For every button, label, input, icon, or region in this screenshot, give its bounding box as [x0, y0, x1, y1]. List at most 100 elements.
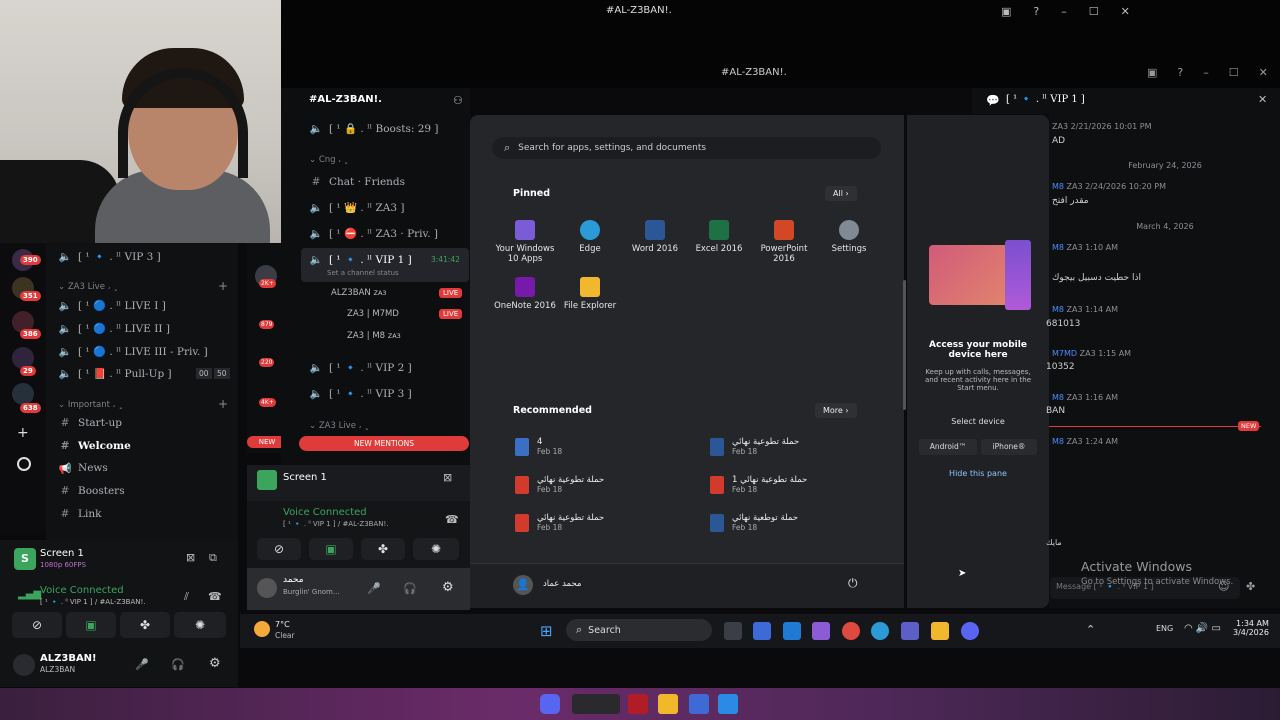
start-search[interactable]: ⌕ Search for apps, settings, and documen… [492, 137, 881, 159]
pinned-app[interactable]: Edge [555, 220, 625, 254]
channel-link[interactable]: # Link [58, 504, 102, 524]
discord-icon[interactable] [540, 694, 560, 714]
settings-icon[interactable]: ⚙ [442, 580, 454, 595]
wifi-icon[interactable]: ◠ 🔊 ▭ [1184, 623, 1221, 634]
add-channel-icon[interactable]: + [218, 279, 228, 293]
discover-icon[interactable] [17, 457, 31, 471]
minimize-icon[interactable]: – [1061, 5, 1067, 18]
channel-boosters[interactable]: # Boosters [58, 481, 125, 501]
pinned-app[interactable]: Your Windows 10 Apps [490, 220, 560, 264]
pinned-app[interactable]: File Explorer [555, 277, 625, 311]
activities-button[interactable]: ✤ [120, 612, 170, 638]
windows-icon[interactable] [718, 694, 738, 714]
more-button[interactable]: More › [815, 403, 857, 418]
help-icon[interactable]: ? [1033, 5, 1039, 18]
clock[interactable]: 1:34 AM 3/4/2026 [1233, 619, 1269, 637]
server-icon[interactable] [12, 383, 34, 405]
message-author[interactable]: M8 [1052, 182, 1064, 191]
copilot-icon[interactable] [812, 622, 830, 640]
server-name[interactable]: #AL-Z3BAN!. [309, 94, 382, 105]
channel-vip2[interactable]: 🔈 [ ¹ 🔹 . ˡˡ VIP 2 ] [309, 357, 411, 377]
share-screen-button[interactable]: ▣ [309, 538, 353, 560]
store-icon[interactable] [753, 622, 771, 640]
recommended-item[interactable]: حملة توطعية نهائي Feb 18 [710, 513, 798, 532]
message-author[interactable]: M8 [1052, 393, 1064, 402]
camera-button[interactable]: ⊘ [257, 538, 301, 560]
chevron-up-icon[interactable]: ⌃ [1086, 623, 1095, 636]
folder-icon[interactable] [658, 694, 678, 714]
channel-boosts[interactable]: 🔈 [ ¹ 🔒 . ˡˡ Boosts: 29 ] [309, 118, 438, 138]
noise-icon[interactable]: ⫽ [184, 590, 189, 604]
add-server-icon[interactable]: + [17, 425, 29, 441]
disconnect-icon[interactable]: ☎ [208, 590, 222, 603]
pinned-app[interactable]: PowerPoint 2016 [749, 220, 819, 264]
popout-icon[interactable]: ⧉ [209, 551, 217, 565]
file-explorer-icon[interactable] [931, 622, 949, 640]
start-user-name[interactable]: محمد عماد [543, 579, 581, 589]
add-channel-icon[interactable]: + [218, 397, 228, 411]
avatar[interactable] [257, 578, 277, 598]
recommended-item[interactable]: حملة تطوعية نهائي Feb 18 [710, 437, 799, 456]
taskbar-search[interactable]: ⌕ Search [566, 619, 712, 641]
recommended-item[interactable]: حملة تطوعية نهائي 1 Feb 18 [710, 475, 807, 494]
channel-vip3[interactable]: 🔈 [ ¹ 🔹 . ˡˡ VIP 3 ] [58, 246, 160, 266]
help-icon[interactable]: ? [1177, 66, 1183, 79]
close-icon[interactable]: ✕ [1259, 66, 1268, 79]
stop-stream-icon[interactable]: ⊠ [443, 471, 452, 484]
inbox-icon[interactable]: ▣ [1001, 5, 1011, 18]
stop-stream-icon[interactable]: ⊠ [186, 551, 195, 564]
channel-live1[interactable]: 🔈 [ ¹ 🔵 . ˡˡ LIVE I ] [58, 295, 165, 315]
category-live[interactable]: ⌄ ZA3 Live ، ﮼ [58, 281, 118, 292]
new-mentions-bar[interactable]: NEW MENTIONS [299, 436, 469, 451]
channel-live3[interactable]: 🔈 [ ¹ 🔵 . ˡˡ LIVE III - Priv. ] [58, 341, 207, 361]
chrome-icon[interactable] [842, 622, 860, 640]
discord-icon[interactable] [961, 622, 979, 640]
scrollbar[interactable] [903, 280, 906, 410]
windows-start-icon[interactable]: ⊞ [540, 622, 553, 640]
channel-vip1[interactable]: 🔈 [ ¹ 🔹 . ˡˡ VIP 1 ] [309, 249, 411, 269]
weather-temp[interactable]: 7°C [275, 620, 290, 629]
message-author[interactable]: M8 [1052, 305, 1064, 314]
channel-news[interactable]: 📢 News [58, 458, 107, 478]
edge-icon[interactable] [871, 622, 889, 640]
language-indicator[interactable]: ENG [1156, 624, 1173, 633]
task-view-icon[interactable] [724, 622, 742, 640]
settings-icon[interactable]: ⚙ [209, 656, 221, 671]
iphone-button[interactable]: iPhone® [981, 439, 1037, 455]
headphones-icon[interactable]: 🎧 [171, 658, 185, 671]
message-author[interactable]: M8 [1052, 243, 1064, 252]
avatar[interactable] [13, 654, 35, 676]
recommended-item[interactable]: حملة تطوعية نهائي Feb 18 [515, 475, 604, 494]
channel-chat[interactable]: # Chat · Friends [309, 172, 405, 192]
add-friend-icon[interactable]: ⚇ [453, 94, 463, 107]
user-avatar-icon[interactable]: 👤 [513, 575, 533, 595]
channel-startup[interactable]: # Start-up [58, 413, 122, 433]
minimize-icon[interactable]: – [1203, 66, 1209, 79]
all-apps-button[interactable]: All › [825, 186, 857, 201]
pinned-app[interactable]: Settings [814, 220, 884, 254]
app-icon[interactable] [572, 694, 620, 714]
category[interactable]: ⌄ Cng ، ﮼ [309, 154, 349, 165]
app-icon[interactable] [689, 694, 709, 714]
acrobat-icon[interactable] [628, 694, 648, 714]
android-button[interactable]: Android™ [919, 439, 977, 455]
apps-icon[interactable]: ✤ [1246, 580, 1255, 593]
category-live[interactable]: ⌄ ZA3 Live ، ﮼ [309, 420, 369, 431]
channel-za3[interactable]: 🔈 [ ¹ 👑 . ˡˡ ZA3 ] [309, 197, 404, 217]
recommended-item[interactable]: حملة تطوعية نهائي Feb 18 [515, 513, 604, 532]
inbox-icon[interactable]: ▣ [1147, 66, 1157, 79]
soundboard-button[interactable]: ✺ [174, 612, 226, 638]
message-author[interactable]: M8 [1052, 437, 1064, 446]
power-icon[interactable]: ⏻ [848, 576, 858, 591]
headphones-icon[interactable]: 🎧 [403, 582, 417, 595]
share-screen-button[interactable]: ▣ [66, 612, 116, 638]
mic-icon[interactable]: 🎤 [135, 658, 149, 671]
voice-member[interactable]: ALZ3BAN ZA3 [331, 288, 387, 298]
voice-member[interactable]: ZA3 | M7MD [347, 309, 399, 319]
channel-vip3-b[interactable]: 🔈 [ ¹ 🔹 . ˡˡ VIP 3 ] [309, 383, 411, 403]
maximize-icon[interactable]: ☐ [1089, 5, 1099, 18]
mail-icon[interactable] [783, 622, 801, 640]
category-important[interactable]: ⌄ Important ، ﮼ [58, 399, 123, 410]
channel-live2[interactable]: 🔈 [ ¹ 🔵 . ˡˡ LIVE II ] [58, 318, 169, 338]
pinned-app[interactable]: Word 2016 [620, 220, 690, 254]
